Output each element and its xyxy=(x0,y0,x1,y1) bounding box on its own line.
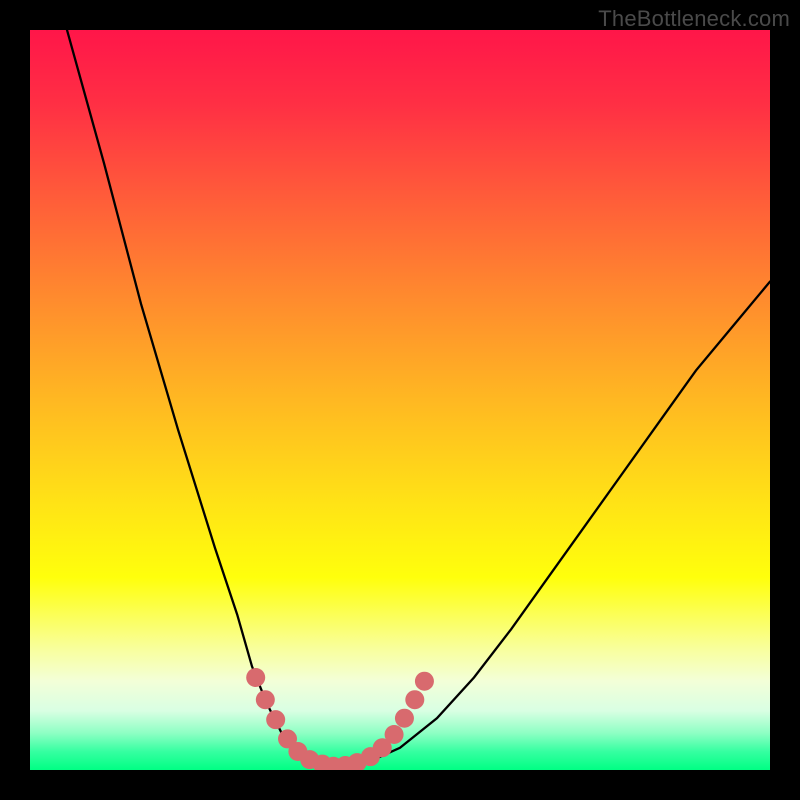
watermark-text: TheBottleneck.com xyxy=(598,6,790,32)
curve-marker xyxy=(395,709,414,728)
curve-marker xyxy=(266,710,285,729)
curve-marker xyxy=(385,725,404,744)
plot-area xyxy=(30,30,770,770)
curve-marker xyxy=(256,690,275,709)
curve-marker xyxy=(415,672,434,691)
bottleneck-curve xyxy=(67,30,770,768)
curve-marker xyxy=(405,690,424,709)
curve-marker xyxy=(246,668,265,687)
chart-stage: TheBottleneck.com xyxy=(0,0,800,800)
marker-group xyxy=(246,668,434,770)
chart-svg xyxy=(30,30,770,770)
